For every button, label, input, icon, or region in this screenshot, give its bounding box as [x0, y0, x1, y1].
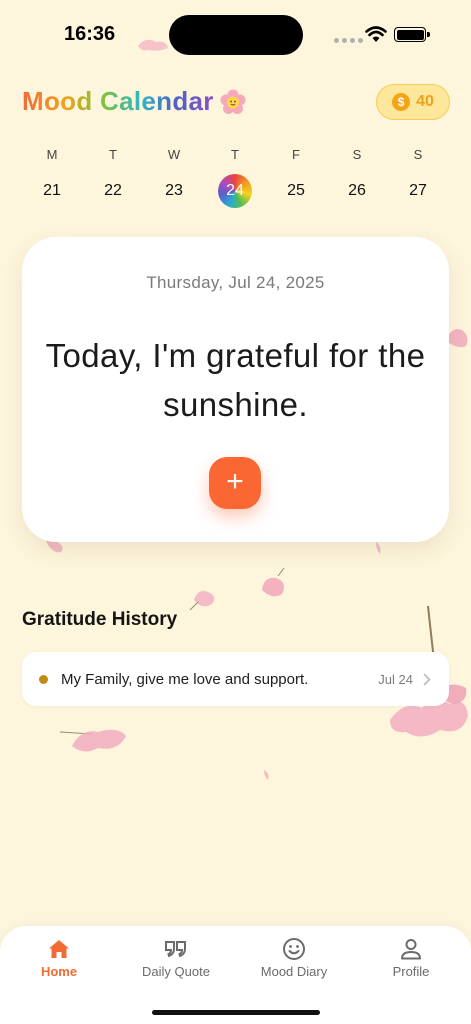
gratitude-card: Thursday, Jul 24, 2025 Today, I'm gratef… [22, 237, 449, 542]
petal-decoration [189, 591, 215, 611]
tab-profile[interactable]: Profile [356, 936, 466, 979]
home-icon [4, 936, 114, 962]
history-section-title: Gratitude History [22, 609, 178, 630]
tab-label: Daily Quote [142, 964, 210, 979]
card-date: Thursday, Jul 24, 2025 [146, 273, 325, 292]
dynamic-island [169, 15, 303, 55]
history-item-text: My Family, give me love and support. [61, 670, 309, 688]
wifi-icon [365, 26, 387, 42]
petal-decoration [264, 770, 269, 780]
day-sunday[interactable]: S 27 [398, 146, 438, 208]
tab-label: Home [40, 964, 78, 979]
app-title-text: Mood Calendar [22, 86, 214, 116]
home-indicator [152, 1010, 320, 1015]
tab-mood-diary[interactable]: Mood Diary [239, 936, 349, 979]
day-number: 22 [104, 182, 122, 199]
flower-icon [220, 89, 246, 114]
bullet-dot-icon [39, 674, 48, 684]
day-letter: S [352, 147, 362, 162]
battery-icon [394, 27, 430, 42]
day-monday[interactable]: M 21 [32, 146, 72, 208]
app-title: Mood Calendar [22, 86, 246, 117]
coin-count: 40 [416, 93, 434, 110]
day-letter: M [46, 147, 58, 162]
day-number-today: 24 [218, 174, 252, 208]
add-gratitude-button[interactable]: + [209, 457, 261, 509]
tab-label: Mood Diary [260, 964, 328, 979]
cellular-signal-icon [334, 38, 363, 43]
coin-balance-badge[interactable]: $ 40 [376, 84, 450, 120]
day-number: 26 [348, 182, 366, 199]
history-list-item[interactable]: My Family, give me love and support. Jul… [22, 652, 449, 706]
person-icon [356, 936, 466, 962]
day-tuesday[interactable]: T 22 [93, 146, 133, 208]
day-thursday-selected[interactable]: T 24 [215, 146, 255, 208]
day-number: 27 [409, 182, 427, 199]
day-letter: S [413, 147, 423, 162]
day-letter: F [292, 147, 300, 162]
petal-decoration [262, 567, 285, 597]
day-number: 25 [287, 182, 305, 199]
status-bar: 16:36 [0, 0, 471, 60]
coin-icon: $ [392, 93, 411, 111]
day-letter: T [109, 147, 117, 162]
quote-icon [121, 936, 231, 962]
day-number: 23 [165, 182, 183, 199]
day-number: 21 [43, 182, 61, 199]
chevron-right-icon [423, 673, 431, 685]
day-saturday[interactable]: S 26 [337, 146, 377, 208]
petal-decoration [376, 542, 381, 554]
day-wednesday[interactable]: W 23 [154, 146, 194, 208]
day-letter: W [167, 147, 181, 162]
smiley-icon [239, 936, 349, 962]
day-letter: T [231, 147, 239, 162]
tab-home[interactable]: Home [4, 936, 114, 979]
status-time: 16:36 [64, 23, 116, 45]
history-item-date: Jul 24 [378, 671, 413, 687]
petal-decoration [59, 729, 126, 752]
tab-label: Profile [392, 964, 430, 979]
day-friday[interactable]: F 25 [276, 146, 316, 208]
gratitude-quote: Today, I'm grateful for the sunshine. [45, 337, 426, 423]
tab-daily-quote[interactable]: Daily Quote [121, 936, 231, 979]
